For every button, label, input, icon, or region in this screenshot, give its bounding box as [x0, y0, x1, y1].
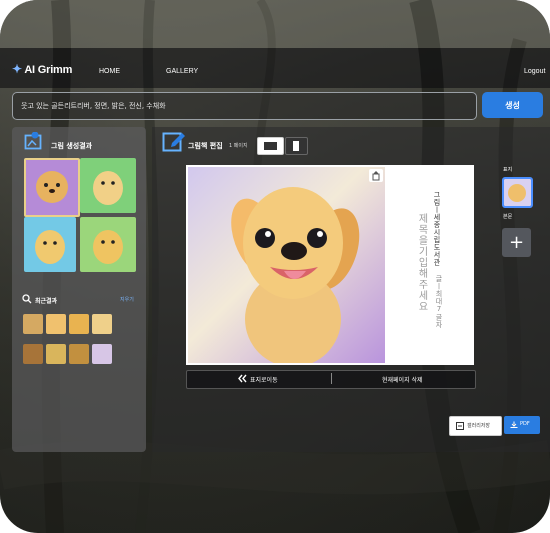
- subtitle-text[interactable]: 글ㅣ최대7글자: [434, 275, 444, 329]
- recent-thumb-3[interactable]: [69, 314, 89, 334]
- cover-page-thumb[interactable]: [502, 177, 533, 208]
- editor-title: 그림책 편집: [188, 142, 223, 150]
- cover-label: 표지: [503, 167, 513, 173]
- nav-gallery[interactable]: GALLERY: [166, 68, 198, 75]
- search-icon: [22, 294, 32, 304]
- edit-icon: [162, 132, 185, 152]
- result-thumb-4[interactable]: [80, 217, 136, 272]
- cover-image[interactable]: [188, 167, 385, 363]
- result-thumb-3[interactable]: [24, 217, 76, 272]
- recent-thumb-1[interactable]: [23, 314, 43, 334]
- chevron-left-icon: [238, 374, 247, 383]
- recent-thumb-5[interactable]: [23, 344, 43, 364]
- landscape-toggle[interactable]: [257, 137, 284, 155]
- portrait-toggle[interactable]: [285, 137, 308, 155]
- top-strip: [0, 0, 550, 48]
- recent-thumb-8[interactable]: [92, 344, 112, 364]
- body-label: 본문: [503, 214, 513, 220]
- author-text[interactable]: 그림ㅣ세종시립도서관: [432, 191, 442, 266]
- result-thumb-1[interactable]: [24, 158, 80, 217]
- gallery-save-icon: [456, 422, 464, 430]
- prompt-input[interactable]: 웃고 있는 골든리트리버, 정면, 밝은, 전신, 수채화: [12, 92, 477, 120]
- gallery-save-button[interactable]: 갤러리저장: [449, 416, 502, 436]
- title-placeholder[interactable]: 제목을기입해주세요: [414, 213, 429, 312]
- clear-recent-button[interactable]: 지우기: [120, 296, 134, 303]
- delete-page-button[interactable]: 현재페이지 삭제: [382, 375, 423, 384]
- recent-thumb-4[interactable]: [92, 314, 112, 334]
- recent-title: 최근결과: [35, 298, 58, 305]
- generate-button[interactable]: 생성: [482, 92, 543, 118]
- nav-bar: [0, 48, 550, 88]
- image-icon: [24, 132, 42, 150]
- divider: [331, 373, 332, 384]
- app-logo[interactable]: ✦ AI Grimm: [12, 62, 72, 76]
- add-page-button[interactable]: +: [502, 228, 531, 257]
- move-to-cover-button[interactable]: 표지로이동: [250, 375, 278, 384]
- recent-thumb-7[interactable]: [69, 344, 89, 364]
- trash-icon[interactable]: [369, 169, 383, 182]
- result-thumb-2[interactable]: [80, 158, 136, 213]
- recent-thumb-6[interactable]: [46, 344, 66, 364]
- pdf-download-button[interactable]: PDF: [504, 416, 540, 434]
- app-frame: ✦ AI Grimm HOME GALLERY Logout 웃고 있는 골든리…: [0, 0, 550, 533]
- download-icon: [510, 421, 518, 428]
- result-panel-title: 그림 생성결과: [51, 142, 93, 150]
- recent-thumb-2[interactable]: [46, 314, 66, 334]
- nav-home[interactable]: HOME: [99, 68, 120, 75]
- prompt-text: 웃고 있는 골든리트리버, 정면, 밝은, 전신, 수채화: [21, 102, 166, 110]
- page-label: 1 페이지: [229, 143, 248, 149]
- logout-link[interactable]: Logout: [524, 68, 545, 75]
